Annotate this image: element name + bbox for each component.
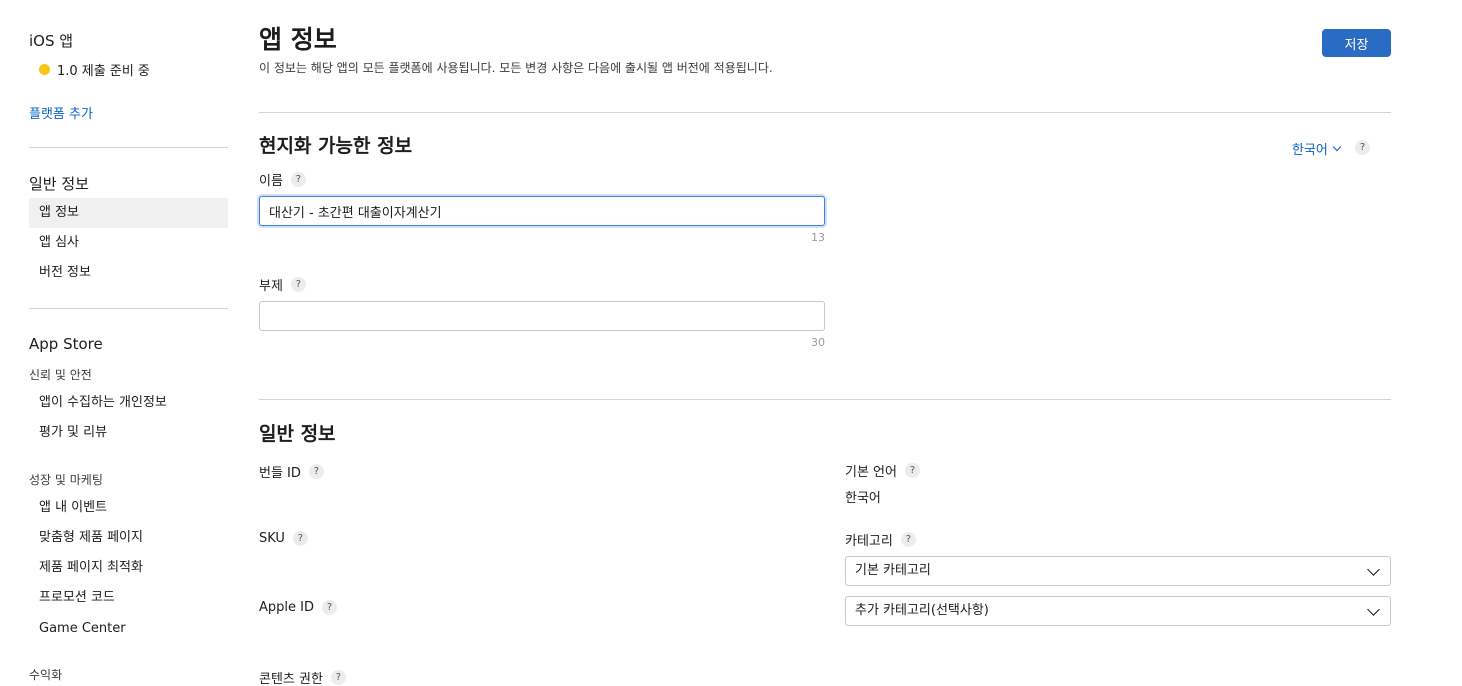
sidebar: iOS 앱 1.0 제출 준비 중 플랫폼 추가 일반 정보 앱 정보 앱 심사… xyxy=(0,0,240,686)
sku-label-text: SKU xyxy=(259,531,285,546)
language-label: 한국어 xyxy=(1292,143,1328,158)
subtitle-input[interactable] xyxy=(259,301,825,331)
status-label: 1.0 제출 준비 중 xyxy=(57,64,150,79)
sidebar-item-game-center[interactable]: Game Center xyxy=(29,614,228,644)
sidebar-general-title: 일반 정보 xyxy=(29,175,89,193)
sidebar-item-privacy[interactable]: 앱이 수집하는 개인정보 xyxy=(29,388,228,418)
apple-id-label-text: Apple ID xyxy=(259,600,314,615)
sidebar-growth-heading: 성장 및 마케팅 xyxy=(29,473,103,487)
name-input[interactable] xyxy=(259,196,825,226)
sidebar-item-promo-codes[interactable]: 프로모션 코드 xyxy=(29,583,228,613)
content-rights-label-text: 콘텐츠 권한 xyxy=(259,672,323,686)
chevron-down-icon xyxy=(1332,142,1342,152)
name-char-counter: 13 xyxy=(811,231,825,244)
primary-language-value: 한국어 xyxy=(845,491,881,506)
bundle-id-label-text: 번들 ID xyxy=(259,466,301,481)
save-button[interactable]: 저장 xyxy=(1322,29,1391,57)
name-label-text: 이름 xyxy=(259,174,283,189)
sidebar-item-ratings[interactable]: 평가 및 리뷰 xyxy=(29,418,228,448)
sku-label: SKU ? xyxy=(259,531,308,546)
apple-id-label: Apple ID ? xyxy=(259,600,337,615)
subtitle-char-counter: 30 xyxy=(811,336,825,349)
sidebar-item-app-info[interactable]: 앱 정보 xyxy=(29,198,228,228)
page-description: 이 정보는 해당 앱의 모든 플랫폼에 사용됩니다. 모든 변경 사항은 다음에… xyxy=(259,61,773,75)
help-icon[interactable]: ? xyxy=(321,600,337,615)
sidebar-divider xyxy=(29,308,228,309)
sidebar-app-store-title: App Store xyxy=(29,335,103,353)
sidebar-item-product-page-optimization[interactable]: 제품 페이지 최적화 xyxy=(29,553,228,583)
help-icon[interactable]: ? xyxy=(900,532,916,547)
general-info-title: 일반 정보 xyxy=(259,423,336,445)
section-divider xyxy=(259,399,1391,400)
content-rights-label: 콘텐츠 권한 ? xyxy=(259,668,346,686)
secondary-category-value: 추가 카테고리(선택사항) xyxy=(855,603,989,618)
primary-language-label-text: 기본 언어 xyxy=(845,465,897,480)
chevron-down-icon xyxy=(1367,603,1380,616)
primary-category-select[interactable]: 기본 카테고리 xyxy=(845,556,1391,586)
category-label-text: 카테고리 xyxy=(845,534,893,549)
sidebar-monetization-heading: 수익화 xyxy=(29,668,63,682)
sidebar-item-version-info[interactable]: 버전 정보 xyxy=(29,258,228,288)
chevron-down-icon xyxy=(1367,563,1380,576)
help-icon[interactable]: ? xyxy=(290,172,306,187)
subtitle-label-text: 부제 xyxy=(259,279,283,294)
sidebar-divider xyxy=(29,147,228,148)
sidebar-trust-heading: 신뢰 및 안전 xyxy=(29,368,92,382)
help-icon[interactable]: ? xyxy=(1355,140,1370,155)
page-title: 앱 정보 xyxy=(259,25,337,54)
help-icon[interactable]: ? xyxy=(904,463,920,478)
name-label: 이름 ? xyxy=(259,170,306,189)
sidebar-item-app-review[interactable]: 앱 심사 xyxy=(29,228,228,258)
sidebar-version-status[interactable]: 1.0 제출 준비 중 xyxy=(39,60,150,79)
language-selector[interactable]: 한국어 xyxy=(1292,139,1342,158)
primary-category-value: 기본 카테고리 xyxy=(855,563,931,578)
secondary-category-select[interactable]: 추가 카테고리(선택사항) xyxy=(845,596,1391,626)
sidebar-item-custom-product-pages[interactable]: 맞춤형 제품 페이지 xyxy=(29,523,228,553)
help-icon[interactable]: ? xyxy=(292,531,308,546)
subtitle-label: 부제 ? xyxy=(259,275,306,294)
sidebar-item-in-app-events[interactable]: 앱 내 이벤트 xyxy=(29,493,228,523)
help-icon[interactable]: ? xyxy=(308,464,324,479)
status-dot-icon xyxy=(39,64,50,75)
category-label: 카테고리 ? xyxy=(845,530,916,549)
sidebar-app-title: iOS 앱 xyxy=(29,32,74,50)
add-platform-link[interactable]: 플랫폼 추가 xyxy=(29,103,93,122)
help-icon[interactable]: ? xyxy=(290,277,306,292)
help-icon[interactable]: ? xyxy=(330,670,346,685)
primary-language-label: 기본 언어 ? xyxy=(845,461,920,480)
localizable-info-title: 현지화 가능한 정보 xyxy=(259,135,413,157)
bundle-id-label: 번들 ID ? xyxy=(259,462,324,481)
section-divider xyxy=(259,112,1391,113)
